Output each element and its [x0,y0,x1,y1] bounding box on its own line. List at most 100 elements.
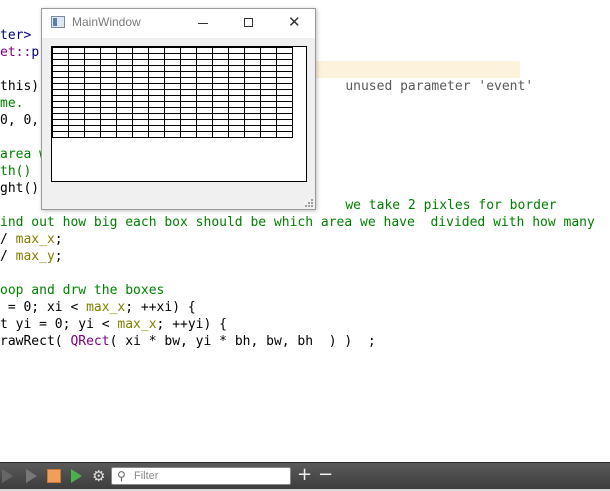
grid-box [84,59,101,66]
grid-box [260,95,277,102]
grid-box [68,89,85,96]
grid-box [244,83,261,90]
grid-box [244,71,261,78]
grid-box [52,119,69,126]
grid-box [52,71,69,78]
grid-box [276,101,293,108]
title-bar[interactable]: MainWindow ✕ [42,9,315,38]
grid-box [196,53,213,60]
main-window[interactable]: MainWindow ✕ [41,8,316,210]
code-token: this) [0,79,40,94]
filter-input[interactable] [134,469,284,483]
grid-box [260,89,277,96]
maximize-button[interactable] [226,9,272,38]
grid-box [228,119,245,126]
grid-box [180,47,197,54]
grid-box [180,119,197,126]
stop-icon[interactable] [45,467,63,485]
grid-box [100,83,117,90]
grid-box [148,131,165,138]
search-icon: ⚲ [117,469,126,483]
grid-box [212,125,229,132]
grid-box [212,59,229,66]
grid-box [52,77,69,84]
grid-box [148,101,165,108]
grid-box [260,47,277,54]
grid-box [276,107,293,114]
grid-box [100,47,117,54]
grid-box [68,125,85,132]
grid-box [196,101,213,108]
grid-box [116,89,133,96]
grid-box [228,89,245,96]
close-icon: ✕ [288,13,301,31]
grid-box [116,47,133,54]
grid-box [276,65,293,72]
grid-box [196,113,213,120]
grid-box [196,119,213,126]
filter-field[interactable]: ⚲ [111,467,291,485]
grid-box [180,89,197,96]
grid-box [84,125,101,132]
grid-box [180,53,197,60]
grid-box [276,119,293,126]
grid-box [132,89,149,96]
code-token: ter> [0,28,32,43]
code-token: / [0,249,16,264]
grid-box [100,107,117,114]
play-icon[interactable] [23,467,41,485]
grid-box [180,95,197,102]
grid-box [164,53,181,60]
grid-box [260,125,277,132]
grid-box [84,77,101,84]
grid-box [84,71,101,78]
grid-box [228,77,245,84]
grid-box [164,101,181,108]
grid-box [68,59,85,66]
grid-box [100,131,117,138]
grid-box [84,83,101,90]
grid-box [100,89,117,96]
grid-box [180,59,197,66]
code-line: area w [0,146,47,163]
grid-box [116,59,133,66]
warning-text: unused parameter 'event' [345,79,534,94]
run-debug-icon[interactable] [68,467,86,485]
grid-box [260,59,277,66]
grid-box [68,119,85,126]
grid-box [212,107,229,114]
grid-box [260,131,277,138]
grid-box [52,59,69,66]
grid-box [164,95,181,102]
grid-box [260,101,277,108]
resize-grip-icon[interactable] [305,199,313,207]
code-token: ; [54,232,63,247]
grid-box [132,71,149,78]
grid-box [244,65,261,72]
nav-arrow-icon[interactable] [2,467,20,485]
grid-box [84,131,101,138]
grid-box [180,77,197,84]
close-button[interactable]: ✕ [271,9,317,38]
grid-box [276,59,293,66]
grid-box [244,59,261,66]
code-token: p [31,45,40,60]
remove-button[interactable]: − [318,466,333,484]
comment-tail: we take 2 pixles for border [314,180,556,213]
grid-box [196,83,213,90]
code-token: me. [0,96,24,111]
gear-icon[interactable]: ⚙ [91,467,109,485]
grid-box [116,107,133,114]
code-line: this) [0,78,39,95]
grid-box [116,125,133,132]
grid-box [276,89,293,96]
minimize-button[interactable] [180,9,226,38]
grid-box [276,53,293,60]
drawing-canvas [51,46,307,182]
code-token: QRect [70,334,110,349]
add-button[interactable]: + [297,466,312,484]
grid-box [100,59,117,66]
grid-box [100,113,117,120]
code-token: / [0,232,16,247]
code-token: = 0; xi < [0,300,87,315]
